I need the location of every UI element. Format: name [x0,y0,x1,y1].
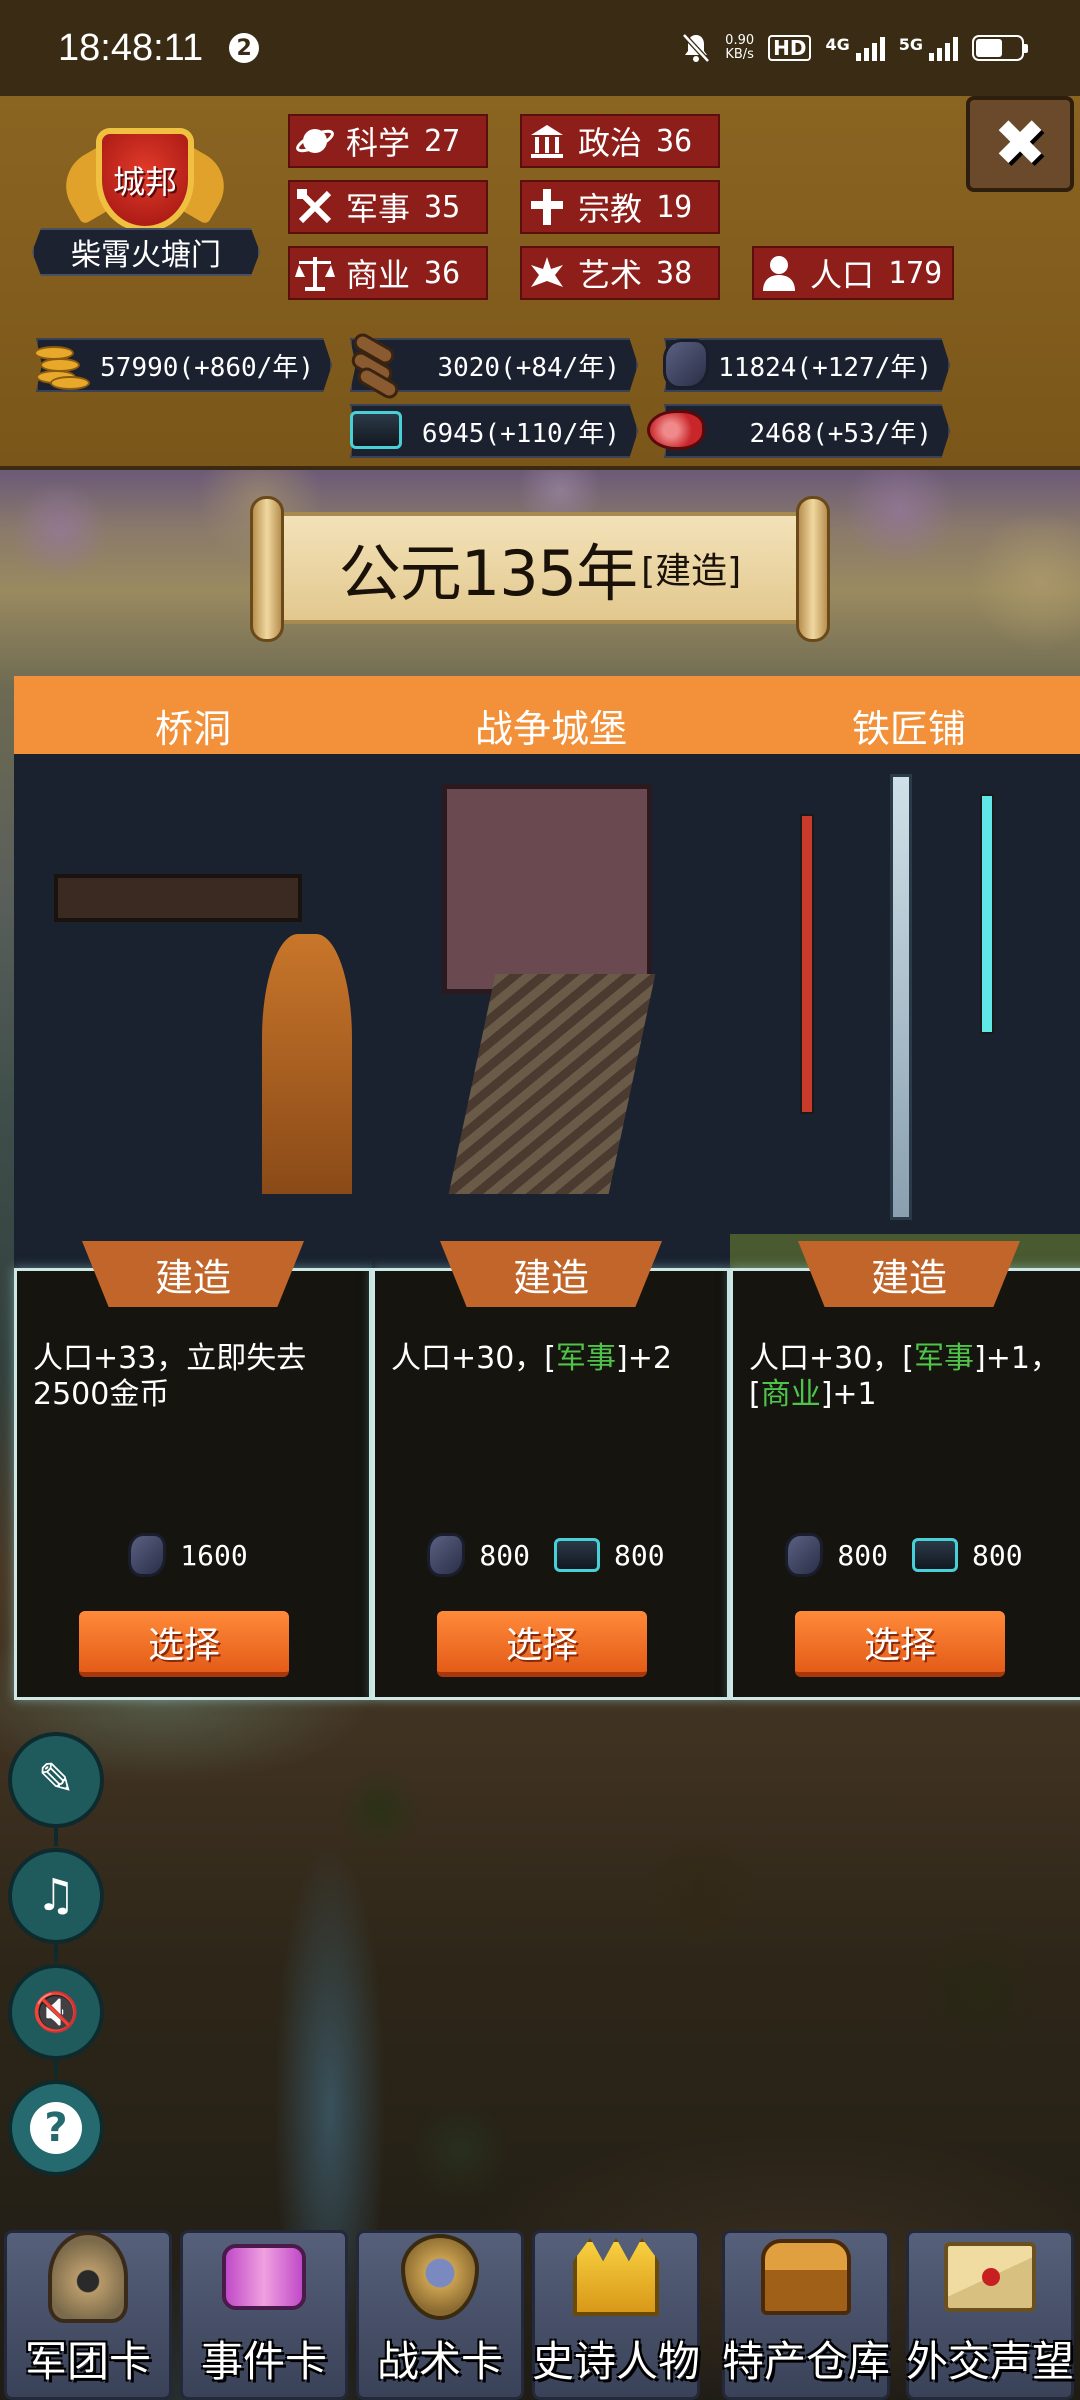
year-label: 公元135年 [338,537,638,610]
chain-divider [54,1826,58,1846]
card-description: 人口+30，[军事]+2 [391,1341,672,1376]
stat-commerce: 商业 36 [288,246,488,300]
stat-religion: 宗教 19 [520,180,720,234]
shield-swords-icon [392,2227,488,2327]
card-tag: 建造 [82,1241,304,1307]
card-cost: 1600 [17,1533,369,1577]
battery-icon [972,35,1028,61]
status-bar: 18:48:11 2 0.90 KB/s HD 4G 5G [0,0,1080,96]
commerce-icon [290,248,340,298]
book-quill-icon: ✎ [37,1754,75,1805]
signal-icon: 4G [825,35,885,61]
card-tag: 建造 [440,1241,662,1307]
hd-icon: HD [768,35,812,61]
sound-off-icon: 🔇 [32,1990,80,2034]
city-rank: 城邦 [96,128,194,232]
card-description: 人口+30，[军事]+1，[商业]+1 [749,1341,1060,1412]
nav-specialty-warehouse[interactable]: 特产仓库 [722,2230,890,2400]
select-button[interactable]: 选择 [79,1611,289,1677]
signal-icon-2: 5G [899,35,958,61]
treasure-chest-icon [758,2227,854,2327]
nav-legion-cards[interactable]: 军团卡 [4,2230,172,2400]
city-name: 柴霄火塘门 [32,228,260,276]
scroll-roll-icon [796,496,830,642]
spear-icon [800,814,814,1114]
card-tag: 建造 [798,1241,1020,1307]
mute-icon [682,33,711,63]
year-banner: 公元135年 [建造] [250,496,830,642]
build-card-bridge[interactable]: 桥洞 建造 人口+33，立即失去2500金币 1600 选择 [14,676,372,1700]
chain-divider [54,1942,58,1962]
ore-icon [785,1533,824,1577]
card-detail: 建造 人口+33，立即失去2500金币 1600 选择 [14,1241,372,1700]
wood-logs-icon [342,330,410,402]
envelope-icon [942,2227,1038,2327]
nav-epic-characters[interactable]: 史诗人物 [532,2230,700,2400]
phase-label: [建造] [641,551,742,592]
ore-icon [652,330,720,398]
help-icon: ? [30,2102,82,2154]
card-description: 人口+33，立即失去2500金币 [33,1341,307,1412]
nav-event-cards[interactable]: 事件卡 [180,2230,348,2400]
sound-toggle-button[interactable]: 🔇 [8,1964,104,2060]
machinery-icon [342,396,410,464]
bridge-cave-illustration [14,754,372,1314]
card-detail: 建造 人口+30，[军事]+2 800 800 选择 [372,1241,730,1700]
build-card-war-castle[interactable]: 战争城堡 建造 人口+30，[军事]+2 800 800 选择 [372,676,730,1700]
city-header: 城邦 柴霄火塘门 科学 27 政治 36 军事 35 宗教 19 商业 36 艺… [0,96,1080,470]
politics-icon [522,116,572,166]
card-cost: 800 800 [375,1533,727,1577]
card-cost: 800 800 [733,1533,1080,1577]
ore-icon [128,1533,167,1577]
population-icon [754,248,804,298]
build-card-blacksmith[interactable]: 铁匠铺 建造 人口+30，[军事]+1，[商业]+1 800 800 选择 [730,676,1080,1700]
music-toggle-button[interactable]: ♫ [8,1848,104,1944]
science-icon [290,116,340,166]
stat-military: 军事 35 [288,180,488,234]
net-speed: 0.90 KB/s [725,33,755,62]
close-button[interactable]: ✖ [966,96,1074,192]
notification-badge: 2 [229,33,260,63]
select-button[interactable]: 选择 [795,1611,1005,1677]
stat-science: 科学 27 [288,114,488,168]
scroll-icon [216,2227,312,2327]
nav-diplomacy-reputation[interactable]: 外交声望 [906,2230,1074,2400]
blacksmith-illustration [730,754,1080,1314]
gold-coins-icon [26,330,94,398]
city-emblem: 城邦 [53,124,237,234]
ore-icon [427,1533,466,1577]
stat-population: 人口 179 [752,246,954,300]
status-time: 18:48:11 [58,26,204,69]
stat-politics: 政治 36 [520,114,720,168]
helmet-icon [40,2227,136,2327]
select-button[interactable]: 选择 [437,1611,647,1677]
status-icons: 0.90 KB/s HD 4G 5G [681,32,1028,64]
scroll-roll-icon [250,496,284,642]
military-icon [290,182,340,232]
year-banner-paper: 公元135年 [建造] [274,512,806,624]
close-icon: ✖ [993,107,1047,181]
nav-tactic-cards[interactable]: 战术卡 [356,2230,524,2400]
machinery-icon [912,1538,958,1572]
music-off-icon: ♫ [36,1870,76,1921]
stat-art: 艺术 38 [520,246,720,300]
sword-icon [980,794,994,1034]
machinery-icon [554,1538,600,1572]
crown-icon [568,2227,664,2327]
war-castle-illustration [372,754,730,1314]
card-detail: 建造 人口+30，[军事]+1，[商业]+1 800 800 选择 [730,1241,1080,1700]
art-icon [522,248,572,298]
religion-icon [522,182,572,232]
bottom-nav: 军团卡 事件卡 战术卡 史诗人物 特产仓库 外交声望 [0,2220,1080,2400]
log-button[interactable]: ✎ [8,1732,104,1828]
help-button[interactable]: ? [8,2080,104,2176]
meat-icon [642,396,710,464]
chain-divider [54,2058,58,2078]
